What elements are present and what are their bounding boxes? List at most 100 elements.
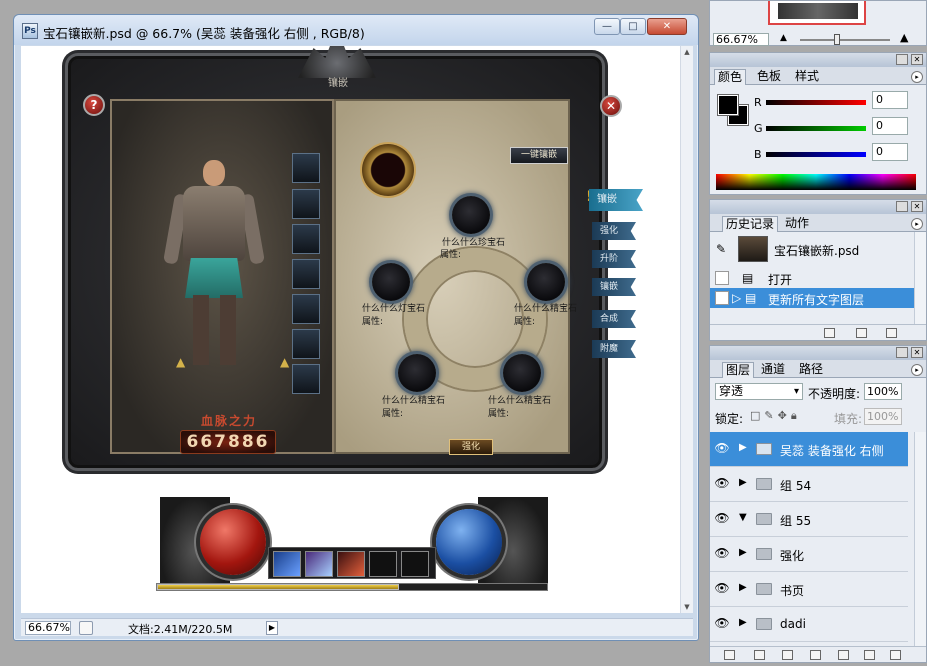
rotate-right-icon[interactable]: ▲: [280, 355, 289, 369]
one-key-inlay-button[interactable]: 一键镶嵌: [510, 147, 568, 164]
skill-slot[interactable]: [401, 551, 429, 577]
rotate-left-icon[interactable]: ▲: [176, 355, 185, 369]
close-panel-icon[interactable]: ✕: [911, 347, 923, 358]
zoom-field[interactable]: 66.67%: [25, 621, 71, 635]
tab-upgrade[interactable]: 升阶: [592, 250, 636, 268]
color-spectrum[interactable]: [716, 174, 916, 190]
zoom-slider[interactable]: [800, 34, 890, 45]
expand-icon[interactable]: ▶: [739, 477, 747, 488]
blend-mode-select[interactable]: 穿透: [715, 383, 803, 400]
tab-actions[interactable]: 动作: [782, 216, 812, 232]
history-checkbox[interactable]: [715, 291, 729, 305]
tab-channels[interactable]: 通道: [758, 362, 788, 378]
strengthen-button[interactable]: 强化: [449, 439, 493, 455]
eye-icon[interactable]: 👁︎: [714, 511, 730, 527]
gem-socket[interactable]: [503, 354, 541, 392]
skill-slot[interactable]: [337, 551, 365, 577]
layer-row[interactable]: 👁︎ ▶ dadi: [710, 607, 908, 642]
g-slider[interactable]: [766, 126, 866, 131]
g-value[interactable]: 0: [872, 117, 908, 135]
minimize-panel-icon[interactable]: [896, 201, 908, 212]
close-button[interactable]: ✕: [647, 18, 687, 35]
equip-slot[interactable]: [292, 364, 320, 394]
r-slider[interactable]: [766, 100, 866, 105]
title-bar[interactable]: Ps 宝石镶嵌新.psd @ 66.7% (吴蕊 装备强化 右侧 , RGB/8…: [14, 15, 698, 45]
snapshot-icon[interactable]: [856, 328, 867, 338]
history-item[interactable]: ▷ ▤ 更新所有文字图层: [710, 288, 914, 308]
tab-styles[interactable]: 样式: [792, 69, 822, 85]
tab-inlay-2[interactable]: 镶嵌: [592, 278, 636, 296]
opacity-field[interactable]: 100%: [864, 383, 902, 400]
history-item[interactable]: ▤ 打开: [710, 268, 914, 288]
gem-socket[interactable]: [398, 354, 436, 392]
navigator-zoom[interactable]: 66.67%: [713, 33, 769, 46]
tab-inlay[interactable]: 镶嵌: [589, 189, 643, 211]
b-value[interactable]: 0: [872, 143, 908, 161]
scroll-down-icon[interactable]: ▼: [683, 603, 691, 611]
zoom-in-icon[interactable]: ▲: [900, 31, 908, 44]
trash-icon[interactable]: [886, 328, 897, 338]
equip-slot[interactable]: [292, 329, 320, 359]
skill-slot[interactable]: [369, 551, 397, 577]
history-scrollbar[interactable]: [914, 232, 926, 324]
collapse-icon[interactable]: ▼: [739, 512, 747, 523]
equip-slot[interactable]: [292, 224, 320, 254]
expand-icon[interactable]: ▶: [739, 442, 747, 453]
panel-menu-icon[interactable]: ▸: [911, 364, 923, 376]
doc-info-icon[interactable]: [79, 621, 93, 635]
snapshot-thumbnail[interactable]: [738, 236, 768, 262]
minimize-panel-icon[interactable]: [896, 54, 908, 65]
layer-row[interactable]: 👁︎ ▶ 吴蕊 装备强化 右侧: [710, 432, 908, 467]
link-icon[interactable]: [724, 650, 735, 660]
status-menu-button[interactable]: ▶: [266, 621, 278, 635]
new-layer-icon[interactable]: [864, 650, 875, 660]
eye-icon[interactable]: 👁︎: [714, 546, 730, 562]
close-panel-icon[interactable]: ✕: [911, 201, 923, 212]
tab-layers[interactable]: 图层: [722, 362, 755, 378]
close-panel-icon[interactable]: ✕: [911, 54, 923, 65]
b-slider[interactable]: [766, 152, 866, 157]
tab-compose[interactable]: 合成: [592, 310, 636, 328]
new-document-icon[interactable]: [824, 328, 835, 338]
panel-menu-icon[interactable]: ▸: [911, 218, 923, 230]
tab-strengthen[interactable]: 强化: [592, 222, 636, 240]
layer-row[interactable]: 👁︎ ▶ 书页: [710, 572, 908, 607]
tab-enchant[interactable]: 附魔: [592, 340, 636, 358]
equip-slot[interactable]: [292, 294, 320, 324]
vertical-scrollbar[interactable]: ▲ ▼: [680, 46, 693, 613]
zoom-out-icon[interactable]: ▲: [780, 33, 787, 43]
eye-icon[interactable]: 👁︎: [714, 616, 730, 632]
gem-socket[interactable]: [372, 263, 410, 301]
history-brush-icon[interactable]: ✎: [716, 242, 726, 256]
expand-icon[interactable]: ▶: [739, 617, 747, 628]
document-canvas[interactable]: 镶嵌 ? ✕ ▲ ▲ 血脉之力 667886 一键镶嵌 什么什么珍宝石 属性: …: [21, 46, 680, 613]
equip-slot[interactable]: [292, 153, 320, 183]
gem-socket[interactable]: [452, 196, 490, 234]
maximize-button[interactable]: □: [620, 18, 646, 35]
tab-color[interactable]: 颜色: [714, 69, 747, 85]
eye-icon[interactable]: 👁︎: [714, 476, 730, 492]
tab-swatches[interactable]: 色板: [754, 69, 784, 85]
history-checkbox[interactable]: [715, 271, 729, 285]
game-close-button[interactable]: ✕: [600, 95, 622, 117]
gem-socket[interactable]: [527, 263, 565, 301]
foreground-color-swatch[interactable]: [718, 95, 738, 115]
lock-icons[interactable]: □✎✥🔒︎: [750, 409, 801, 423]
skill-slot[interactable]: [305, 551, 333, 577]
snapshot-name[interactable]: 宝石镶嵌新.psd: [774, 242, 859, 259]
eye-icon[interactable]: 👁︎: [714, 581, 730, 597]
trash-icon[interactable]: [890, 650, 901, 660]
equip-slot[interactable]: [292, 259, 320, 289]
fill-field[interactable]: 100%: [864, 408, 902, 425]
minimize-button[interactable]: —: [594, 18, 620, 35]
new-group-icon[interactable]: [838, 650, 849, 660]
fx-icon[interactable]: [754, 650, 765, 660]
r-value[interactable]: 0: [872, 91, 908, 109]
expand-icon[interactable]: ▶: [739, 582, 747, 593]
mask-icon[interactable]: [782, 650, 793, 660]
navigator-thumbnail[interactable]: [768, 1, 866, 25]
layer-row[interactable]: 👁︎ ▶ 组 54: [710, 467, 908, 502]
tab-history[interactable]: 历史记录: [722, 216, 779, 232]
skill-slot[interactable]: [273, 551, 301, 577]
layer-row[interactable]: 👁︎ ▼ 组 55: [710, 502, 908, 537]
